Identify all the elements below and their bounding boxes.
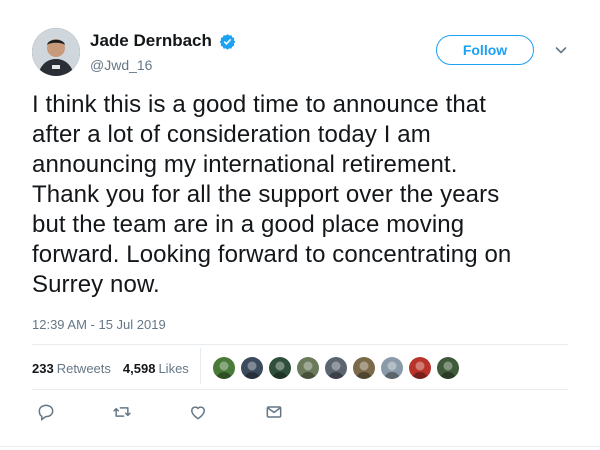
liker-avatar[interactable] [296,356,320,380]
author-display-name[interactable]: Jade Dernbach [90,31,212,51]
liker-avatar[interactable] [212,356,236,380]
liker-avatar[interactable] [436,356,460,380]
retweets-label: Retweets [56,360,111,376]
tweet-text-line: announcing my international retirement. [32,151,458,178]
divider [32,389,568,390]
liker-avatar[interactable] [268,356,292,380]
likes-count: 4,598 [122,360,156,376]
liker-avatar[interactable] [380,356,404,380]
likes-label: Likes [158,360,189,376]
author-handle[interactable]: @Jwd_16 [90,57,236,73]
tweet-timestamp[interactable]: 12:39 AM - 15 Jul 2019 [32,317,166,332]
liker-avatar[interactable] [240,356,264,380]
tweet-text-line: forward. Looking forward to concentratin… [32,241,512,268]
tweet-text: I think this is a good time to announce … [32,90,582,300]
liker-avatar[interactable] [352,356,376,380]
tweet-text-line: Thank you for all the support over the y… [32,181,500,208]
liker-avatars [212,356,464,380]
retweets-count: 233 [32,360,54,376]
divider [32,344,568,345]
chevron-down-icon[interactable] [554,43,568,57]
retweets-stat[interactable]: 233 Retweets [32,361,111,376]
reply-icon[interactable] [36,402,56,422]
liker-avatar[interactable] [324,356,348,380]
direct-message-icon[interactable] [264,402,284,422]
tweet-text-line: after a lot of consideration today I am [32,121,431,148]
verified-badge-icon [219,33,236,50]
like-icon[interactable] [188,402,208,422]
tweet-text-line: I think this is a good time to announce … [32,91,487,118]
follow-button[interactable]: Follow [436,35,534,65]
retweet-icon[interactable] [112,402,132,422]
likes-stat[interactable]: 4,598 Likes [123,361,189,376]
author-names: Jade Dernbach @Jwd_16 [90,31,236,73]
author-avatar[interactable] [32,28,80,76]
tweet-text-line: Surrey now. [32,271,160,298]
tweet-text-line: but the team are in a good place moving [32,211,465,238]
card-bottom-border [0,446,600,447]
stats-separator [200,348,201,384]
liker-avatar[interactable] [408,356,432,380]
tweet-header: Jade Dernbach @Jwd_16 Follow [32,28,570,78]
tweet-stats: 233 Retweets 4,598 Likes [32,358,201,378]
tweet-card: Jade Dernbach @Jwd_16 Follow I think thi… [0,0,600,450]
